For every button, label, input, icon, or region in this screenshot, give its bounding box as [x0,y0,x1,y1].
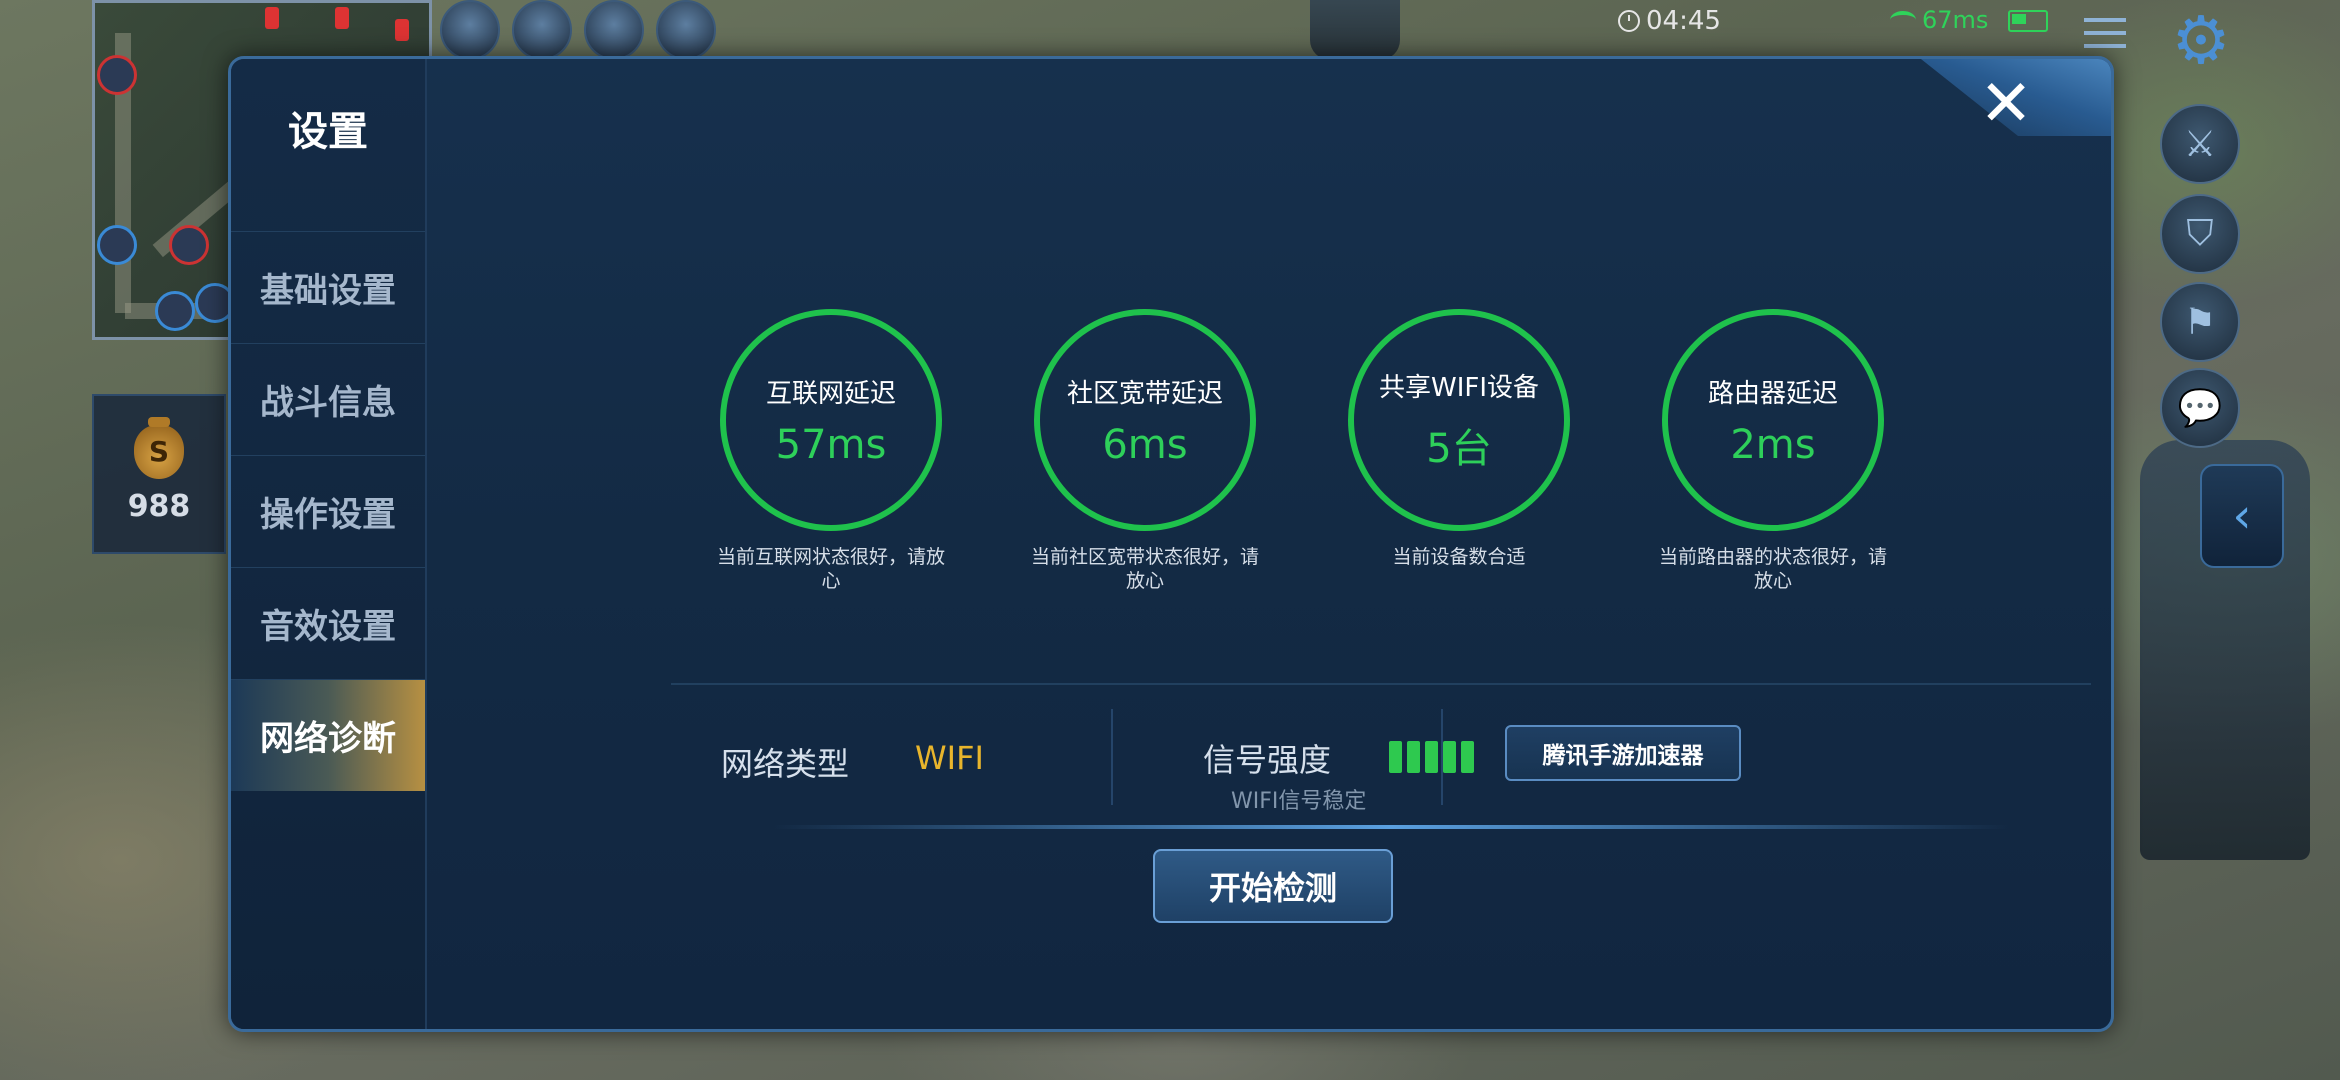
battery-icon [2008,10,2048,32]
sword-icon[interactable]: ⚔ [2160,104,2240,184]
signal-bar [1407,741,1420,773]
sidebar-item-battle-info[interactable]: 战斗信息 [231,343,425,455]
network-info-bar: 网络类型 WIFI 信号强度 WIFI信号稳定 腾讯手游加速器 [671,683,2091,814]
game-accelerator-button[interactable]: 腾讯手游加速器 [1505,725,1741,781]
minimap-enemy-marker [265,7,279,29]
signal-note: WIFI信号稳定 [1231,789,1367,814]
gauge-value: 6ms [1102,421,1188,468]
signal-bar [1443,741,1456,773]
gauge-note: 当前设备数合适 [1392,546,1526,568]
collapse-tab[interactable]: ‹ [2200,464,2284,568]
sidebar-item-label: 操作设置 [260,495,396,535]
gauge-label: 社区宽带延迟 [1066,378,1223,409]
minimap-enemy-marker [335,7,349,29]
hero-figure [1310,0,1400,60]
menu-icon[interactable] [2084,18,2126,48]
gauge-note: 当前社区宽带状态很好，请放心 [1030,546,1259,592]
latency-gauges: 互联网延迟 57ms 当前互联网状态很好，请放心 社区宽带延迟 6ms 当前社区… [681,309,2101,609]
minimap-enemy-hero [169,225,209,265]
gauge-label: 共享WIFI设备 [1379,372,1539,403]
close-button[interactable]: ✕ [1971,69,2041,139]
gauge-ring: 共享WIFI设备 5台 [1348,309,1570,531]
sidebar-item-audio[interactable]: 音效设置 [231,567,425,679]
divider [1441,709,1443,805]
hero-portrait [584,0,644,60]
hero-portrait [440,0,500,60]
settings-title: 设置 [288,109,368,155]
sidebar-item-basic-settings[interactable]: 基础设置 [231,231,425,343]
gauge-ring: 路由器延迟 2ms [1662,309,1884,531]
chat-icon[interactable]: 💬 [2160,368,2240,448]
gold-amount: 988 [127,488,191,524]
wifi-icon [1890,11,1916,29]
gauge-router-latency: 路由器延迟 2ms 当前路由器的状态很好，请放心 [1623,309,1923,593]
signal-bar [1425,741,1438,773]
sidebar-item-label: 战斗信息 [260,383,396,423]
gauge-shared-wifi-devices: 共享WIFI设备 5台 当前设备数合适 [1309,309,1609,569]
sidebar-item-network-diagnosis[interactable]: 网络诊断 [231,679,425,791]
sidebar-item-controls[interactable]: 操作设置 [231,455,425,567]
gauge-internet-latency: 互联网延迟 57ms 当前互联网状态很好，请放心 [681,309,981,593]
glow-divider [771,825,2011,829]
signal-strength-bars [1389,741,1474,773]
gauge-value: 57ms [775,421,887,468]
settings-sidebar: 设置 基础设置 战斗信息 操作设置 音效设置 网络诊断 [231,59,427,1029]
hero-portrait [512,0,572,60]
gauge-community-broadband: 社区宽带延迟 6ms 当前社区宽带状态很好，请放心 [995,309,1295,593]
game-time: 04:45 [1646,6,1721,36]
divider [1111,709,1113,805]
gauge-note: 当前路由器的状态很好，请放心 [1658,546,1887,592]
money-bag-icon: S [134,416,184,479]
signal-strength-label: 信号强度 [1203,741,1332,779]
sidebar-item-label: 基础设置 [260,271,396,311]
gauge-label: 路由器延迟 [1707,378,1838,409]
hero-portrait [656,0,716,60]
signal-bar [1461,741,1474,773]
sidebar-item-label: 音效设置 [260,607,396,647]
start-detection-button[interactable]: 开始检测 [1153,849,1393,923]
minimap-ally-hero [155,291,195,331]
clock-icon [1618,10,1640,32]
gold-counter[interactable]: S 988 [92,394,226,554]
ping-indicator: 67ms [1890,6,1988,34]
hero-portraits [440,0,716,60]
signal-bar [1389,741,1402,773]
network-type-value: WIFI [915,739,984,777]
ping-value: 67ms [1922,6,1989,34]
gauge-label: 互联网延迟 [765,378,896,409]
close-icon: ✕ [1979,67,2033,141]
sidebar-item-label: 网络诊断 [260,719,396,759]
chevron-left-icon: ‹ [2232,488,2252,544]
minimap-enemy-marker [395,19,409,41]
game-clock: 04:45 [1618,6,1721,36]
minimap-ally-hero [97,225,137,265]
gauge-ring: 社区宽带延迟 6ms [1034,309,1256,531]
settings-panel: ✕ 设置 基础设置 战斗信息 操作设置 音效设置 网络诊断 互联网延迟 57ms… [228,56,2114,1032]
shield-icon[interactable]: ⛉ [2160,194,2240,274]
flag-icon[interactable]: ⚑ [2160,282,2240,362]
network-type-label: 网络类型 [721,745,850,783]
gauge-value: 2ms [1730,421,1816,468]
gauge-ring: 互联网延迟 57ms [720,309,942,531]
gauge-value: 5台 [1426,425,1492,472]
minimap-enemy-hero [97,55,137,95]
gear-icon[interactable]: ⚙ [2168,8,2234,74]
gauge-note: 当前互联网状态很好，请放心 [716,546,945,592]
